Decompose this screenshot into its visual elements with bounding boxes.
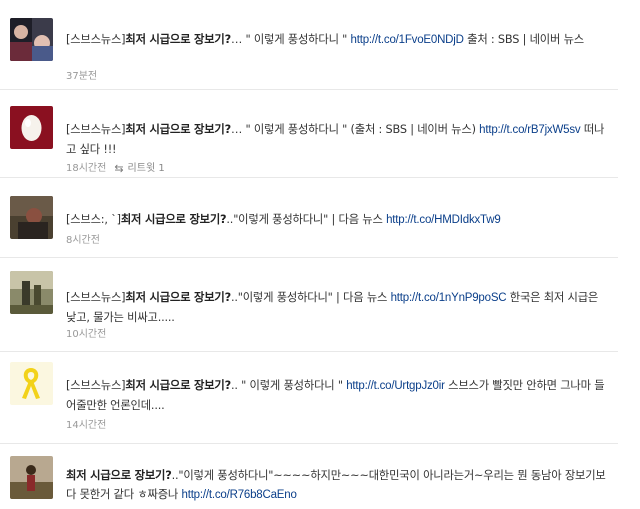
tweet-title: 최저 시급으로 장보기?: [125, 123, 231, 136]
tweet-source: [스브스뉴스]: [66, 291, 126, 304]
tweet-item: [스브스:, `]최저 시급으로 장보기?.."이렇게 풍성하다니" | 다음 …: [0, 178, 640, 258]
tweet-source: [스브스뉴스]: [66, 33, 126, 46]
tweet-item: [스브스뉴스]최저 시급으로 장보기?.. " 이렇게 풍성하다니 " http…: [0, 352, 640, 444]
user-avatar[interactable]: [10, 196, 53, 239]
tweet-quote: .."이렇게 풍성하다니" | 다음 뉴스: [226, 213, 387, 226]
tweet-quote: … " 이렇게 풍성하다니 ": [230, 33, 351, 46]
tweet-time[interactable]: 37분전: [66, 71, 97, 82]
tweet-feed: [스브스뉴스]최저 시급으로 장보기?… " 이렇게 풍성하다니 " http:…: [0, 0, 640, 509]
tweet-meta: 8시간전: [66, 234, 100, 249]
tweet-extra: 출처 : SBS | 네이버 뉴스: [463, 33, 584, 46]
user-avatar[interactable]: [10, 362, 53, 405]
tweet-title: 최저 시급으로 장보기?: [66, 469, 172, 482]
tweet-text: [스브스뉴스]최저 시급으로 장보기?.. " 이렇게 풍성하다니 " http…: [66, 376, 606, 415]
tweet-time[interactable]: 14시간전: [66, 420, 106, 431]
tweet-quote: … " 이렇게 풍성하다니 " (출처 : SBS | 네이버 뉴스): [230, 123, 480, 136]
tweet-text: [스브스:, `]최저 시급으로 장보기?.."이렇게 풍성하다니" | 다음 …: [66, 210, 606, 230]
retweet-icon: ⇆: [114, 162, 124, 175]
tweet-text: 최저 시급으로 장보기?.."이렇게 풍성하다니"~~~~하지만~~~대한민국이…: [66, 466, 606, 505]
tweet-text: [스브스뉴스]최저 시급으로 장보기?.."이렇게 풍성하다니" | 다음 뉴스…: [66, 288, 606, 327]
user-avatar[interactable]: [10, 18, 53, 61]
tweet-link[interactable]: http://t.co/1FvoE0NDjD: [351, 34, 464, 46]
tweet-item: [스브스뉴스]최저 시급으로 장보기?.."이렇게 풍성하다니" | 다음 뉴스…: [0, 258, 640, 352]
tweet-title: 최저 시급으로 장보기?: [125, 33, 231, 46]
tweet-meta: 10시간전: [66, 328, 106, 343]
tweet-time[interactable]: 8시간전: [66, 235, 100, 246]
tweet-link[interactable]: http://t.co/R76b8CaEno: [182, 489, 297, 501]
tweet-time[interactable]: 18시간전: [66, 163, 106, 174]
tweet-meta: 37분전: [66, 70, 97, 85]
tweet-item: [스브스뉴스]최저 시급으로 장보기?… " 이렇게 풍성하다니 " (출처 :…: [0, 90, 640, 178]
tweet-meta: 14시간전: [66, 419, 106, 434]
tweet-title: 최저 시급으로 장보기?: [120, 213, 227, 226]
tweet-meta: 18시간전 ⇆ 리트윗 1: [66, 162, 165, 177]
tweet-text: [스브스뉴스]최저 시급으로 장보기?… " 이렇게 풍성하다니 " (출처 :…: [66, 120, 606, 159]
tweet-source: [스브스뉴스]: [66, 123, 126, 136]
user-avatar[interactable]: [10, 106, 53, 149]
tweet-time[interactable]: 10시간전: [66, 329, 106, 340]
tweet-source: [스브스:, `]: [66, 213, 121, 226]
tweet-title: 최저 시급으로 장보기?: [125, 379, 231, 392]
tweet-link[interactable]: http://t.co/UrtgpJz0ir: [346, 380, 445, 392]
tweet-quote: .. " 이렇게 풍성하다니 ": [230, 379, 347, 392]
tweet-title: 최저 시급으로 장보기?: [125, 291, 231, 304]
retweet-count[interactable]: 리트윗 1: [128, 163, 165, 174]
tweet-link[interactable]: http://t.co/HMDIdkxTw9: [386, 214, 501, 226]
tweet-link[interactable]: http://t.co/rB7jxW5sv: [479, 124, 580, 136]
user-avatar[interactable]: [10, 271, 53, 314]
tweet-item: 최저 시급으로 장보기?.."이렇게 풍성하다니"~~~~하지만~~~대한민국이…: [0, 444, 640, 509]
user-avatar[interactable]: [10, 456, 53, 499]
tweet-link[interactable]: http://t.co/1nYnP9poSC: [391, 292, 507, 304]
tweet-source: [스브스뉴스]: [66, 379, 126, 392]
tweet-item: [스브스뉴스]최저 시급으로 장보기?… " 이렇게 풍성하다니 " http:…: [0, 0, 640, 90]
tweet-quote: .."이렇게 풍성하다니" | 다음 뉴스: [230, 291, 391, 304]
tweet-text: [스브스뉴스]최저 시급으로 장보기?… " 이렇게 풍성하다니 " http:…: [66, 30, 606, 50]
